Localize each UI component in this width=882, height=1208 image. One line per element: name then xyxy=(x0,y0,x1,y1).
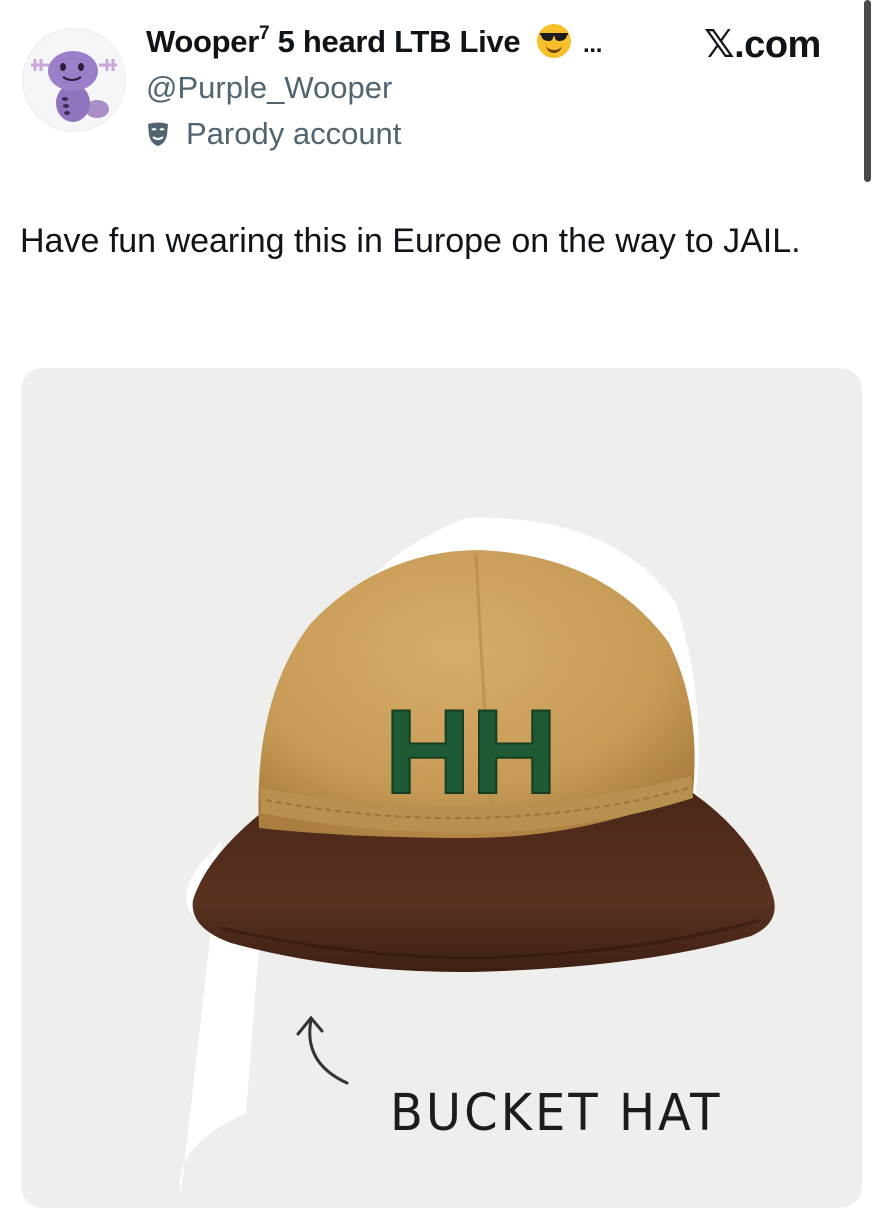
display-name-superscript: 7 xyxy=(259,22,270,44)
parody-account-text: Parody account xyxy=(186,116,402,151)
avatar[interactable] xyxy=(22,28,126,132)
smiling-face-with-sunglasses-icon xyxy=(536,24,571,58)
x-logo-icon: 𝕏 xyxy=(704,22,735,66)
bucket-hat-image: HH xyxy=(179,517,775,1193)
display-name-rest: 5 heard LTB Live xyxy=(277,24,521,59)
hat-logo-text: HH xyxy=(384,685,557,819)
x-com-watermark: 𝕏.com xyxy=(704,22,821,67)
wooper-avatar-icon xyxy=(31,51,117,122)
tweet-text: Have fun wearing this in Europe on the w… xyxy=(20,222,801,260)
display-name-ellipsis: ... xyxy=(582,31,603,58)
x-domain-text: .com xyxy=(734,24,821,66)
parody-account-label: Parody account xyxy=(146,116,401,152)
display-name-text: Wooper xyxy=(146,24,260,59)
tweet-media-image[interactable]: HH xyxy=(21,368,862,1208)
display-name[interactable]: Wooper7 5 heard LTB Live ... xyxy=(146,22,603,60)
scrollbar[interactable] xyxy=(864,0,871,182)
user-handle[interactable]: @Purple_Wooper xyxy=(146,70,392,106)
bucket-hat-caption: BUCKET HAT xyxy=(390,1083,723,1143)
theater-masks-icon xyxy=(148,122,168,146)
curved-arrow-up-icon xyxy=(296,1015,349,1085)
